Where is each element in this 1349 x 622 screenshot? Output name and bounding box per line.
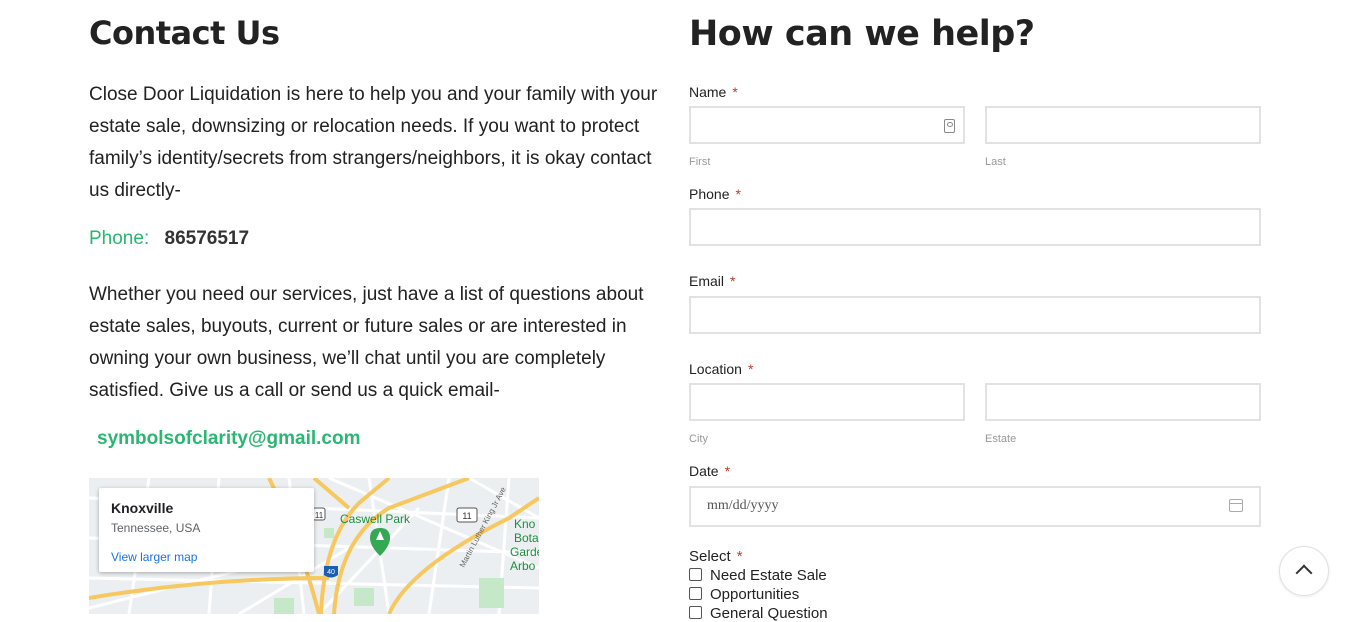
svg-text:Arbo: Arbo bbox=[510, 559, 536, 573]
city-sublabel: City bbox=[689, 433, 708, 445]
first-sublabel: First bbox=[689, 156, 711, 168]
park-label: Caswell Park bbox=[340, 512, 411, 526]
phone-line: Phone: 86576517 bbox=[89, 228, 249, 250]
phone-label: Phone: bbox=[89, 228, 150, 249]
contact-card-icon bbox=[944, 119, 955, 133]
checkbox[interactable] bbox=[689, 568, 702, 581]
map-info-card: Knoxville Tennessee, USA View larger map bbox=[99, 488, 314, 572]
option-need-estate-sale[interactable]: Need Estate Sale bbox=[689, 567, 827, 584]
email-field-label: Email * bbox=[689, 273, 736, 289]
required-marker: * bbox=[736, 548, 743, 565]
email-link[interactable]: symbolsofclarity@gmail.com bbox=[97, 428, 361, 450]
calendar-icon[interactable] bbox=[1229, 499, 1243, 512]
email-input[interactable] bbox=[689, 296, 1261, 334]
city-input[interactable] bbox=[689, 383, 965, 421]
required-marker: * bbox=[724, 463, 731, 479]
route-11-label: 11 bbox=[462, 511, 471, 521]
route-40-label: 40 bbox=[327, 569, 335, 576]
estate-input[interactable] bbox=[985, 383, 1261, 421]
last-sublabel: Last bbox=[985, 156, 1006, 168]
checkbox[interactable] bbox=[689, 587, 702, 600]
last-name-input[interactable] bbox=[985, 106, 1261, 144]
date-input[interactable]: mm/dd/yyyy bbox=[689, 486, 1261, 527]
required-marker: * bbox=[730, 273, 736, 289]
required-marker: * bbox=[735, 186, 741, 202]
required-marker: * bbox=[732, 84, 738, 100]
scroll-to-top-button[interactable] bbox=[1279, 546, 1329, 596]
svg-text:Garde: Garde bbox=[510, 545, 539, 559]
first-name-input[interactable] bbox=[689, 106, 965, 144]
view-larger-map-link[interactable]: View larger map bbox=[111, 550, 197, 564]
date-label: Date * bbox=[689, 463, 731, 479]
embedded-map[interactable]: 11 11 40 Caswell Park Kno Bota Garde Arb… bbox=[89, 478, 539, 614]
route-11-shield-label: 11 bbox=[315, 511, 324, 520]
select-label: Select * bbox=[689, 548, 743, 565]
phone-input[interactable] bbox=[689, 208, 1261, 246]
option-opportunities[interactable]: Opportunities bbox=[689, 586, 799, 603]
date-placeholder: mm/dd/yyyy bbox=[707, 498, 779, 513]
phone-field-label: Phone * bbox=[689, 186, 741, 202]
services-paragraph: Whether you need our services, just have… bbox=[89, 284, 644, 401]
map-state: Tennessee, USA bbox=[111, 521, 201, 535]
location-label: Location * bbox=[689, 361, 754, 377]
form-title: How can we help? bbox=[689, 14, 1035, 54]
svg-text:Bota: Bota bbox=[514, 531, 539, 545]
checkbox[interactable] bbox=[689, 606, 702, 619]
name-label: Name * bbox=[689, 84, 738, 100]
estate-sublabel: Estate bbox=[985, 433, 1017, 445]
map-city: Knoxville bbox=[111, 500, 174, 516]
svg-text:Kno: Kno bbox=[514, 517, 536, 531]
contact-title: Contact Us bbox=[89, 14, 280, 52]
chevron-up-icon bbox=[1295, 564, 1313, 582]
required-marker: * bbox=[747, 361, 754, 377]
phone-number[interactable]: 86576517 bbox=[165, 228, 250, 249]
intro-paragraph: Close Door Liquidation is here to help y… bbox=[89, 84, 658, 201]
